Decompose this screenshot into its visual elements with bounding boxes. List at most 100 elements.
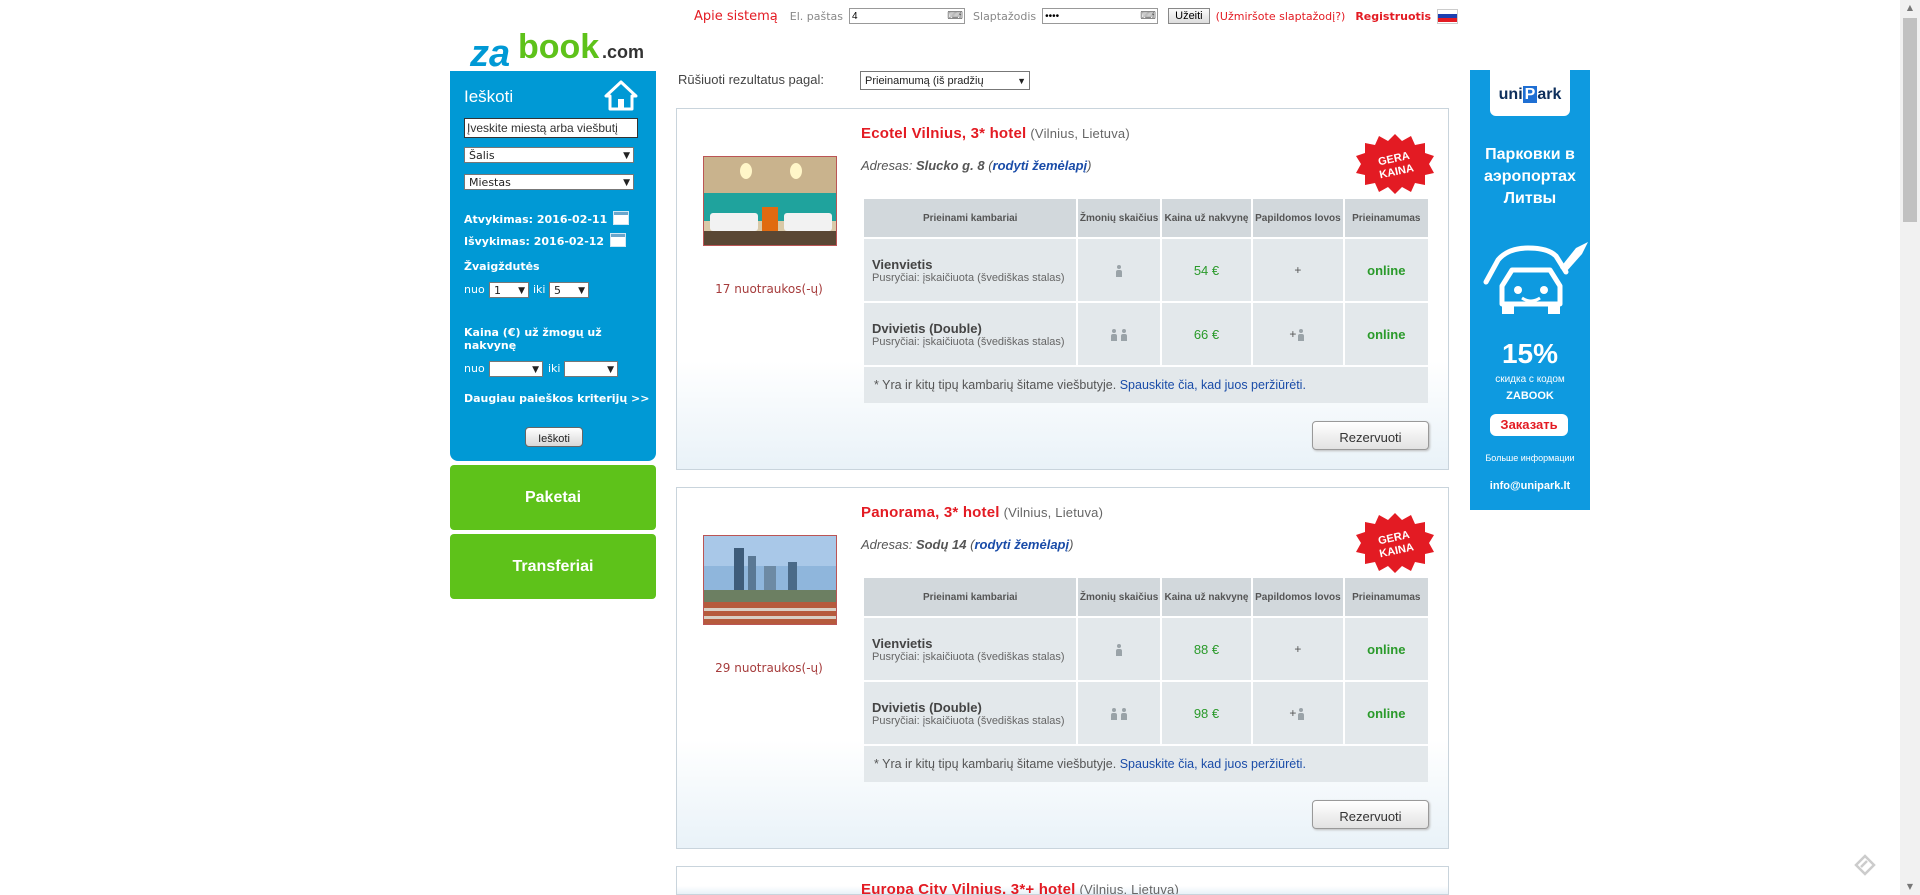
col-people: Žmonių skaičius — [1078, 578, 1160, 616]
stars-to-select[interactable]: 5 ▼ — [549, 282, 589, 298]
city-search-input[interactable] — [464, 118, 638, 138]
register-link[interactable]: Registruotis — [1355, 10, 1431, 23]
scroll-down-icon[interactable]: ▼ — [1900, 879, 1920, 895]
hotel-name-text[interactable]: Europa City Vilnius, 3*+ hotel — [861, 881, 1076, 894]
price-from-select[interactable]: ▼ — [489, 361, 543, 377]
room-cell: Vienvietis Pusryčiai: įskaičiuota (švediš… — [864, 618, 1077, 680]
stars-from-value: 1 — [494, 284, 501, 297]
col-rooms: Prieinami kambariai — [864, 578, 1077, 616]
keyboard-icon[interactable]: ⌨ — [947, 9, 963, 23]
person-icon — [1116, 643, 1123, 656]
unipark-ad-banner[interactable]: uni Park Парковки в аэропортах Литвы 15% … — [1470, 70, 1590, 510]
extra-bed-value: + — [1289, 706, 1297, 720]
show-map-link[interactable]: rodyti žemėlapį — [993, 158, 1088, 173]
price-to-select[interactable]: ▼ — [564, 361, 618, 377]
car-plane-icon — [1483, 242, 1588, 314]
note-text: * Yra ir kitų tipų kambarių šitame viešb… — [874, 757, 1117, 771]
hotel-name[interactable]: Panorama, 3* hotel (Vilnius, Lietuva) — [861, 504, 1103, 521]
chevron-down-icon: ▼ — [623, 151, 630, 161]
chevron-down-icon: ▼ — [518, 286, 525, 296]
home-icon[interactable] — [604, 79, 638, 111]
photos-link[interactable]: 29 nuotraukos(-ų) — [703, 661, 835, 675]
keyboard-icon[interactable]: ⌨ — [1140, 9, 1156, 23]
checkin-row[interactable]: Atvykimas: 2016-02-11 — [464, 211, 630, 226]
stars-to-label: iki — [533, 283, 546, 296]
other-rooms-note: * Yra ir kitų tipų kambarių šitame viešb… — [864, 367, 1428, 403]
rooms-table: Prieinami kambariai Žmonių skaičius Kain… — [862, 576, 1430, 784]
price-cell: 98 € — [1161, 682, 1252, 744]
logo-ark: ark — [1537, 86, 1562, 103]
price-cell: 54 € — [1161, 239, 1252, 301]
packages-button[interactable]: Paketai — [450, 465, 656, 530]
hotel-room-image — [704, 157, 836, 245]
address-label: Adresas: — [861, 537, 913, 552]
order-button[interactable]: Заказать — [1490, 414, 1568, 436]
password-label: Slaptažodis — [973, 9, 1037, 23]
search-button[interactable]: Ieškoti — [525, 427, 583, 447]
hotel-address: Adresas: Sodų 14 (rodyti žemėlapį) — [861, 537, 1074, 552]
login-button[interactable]: Užeiti — [1168, 8, 1210, 24]
hotel-address: Adresas: Slucko g. 8 (rodyti žemėlapį) — [861, 158, 1092, 173]
table-row: Dvivietis (Double) Pusryčiai: įskaičiuota… — [864, 682, 1428, 744]
feedback-icon[interactable] — [1852, 852, 1878, 878]
hotel-name[interactable]: Europa City Vilnius, 3*+ hotel (Vilnius, … — [861, 881, 1179, 895]
col-availability: Prieinamumas — [1344, 199, 1428, 237]
hotel-card: 17 nuotraukos(-ų) Ecotel Vilnius, 3* hot… — [676, 108, 1449, 470]
hotel-location: (Vilnius, Lietuva) — [1003, 505, 1104, 520]
room-name: Vienvietis — [872, 635, 933, 651]
person-icon — [1121, 328, 1128, 341]
zabook-logo[interactable]: za book .com — [468, 22, 648, 72]
extra-bed-cell: + — [1253, 682, 1343, 744]
good-price-badge: GERA KAINA — [1356, 513, 1434, 573]
room-cell: Dvivietis (Double) Pusryčiai: įskaičiuota… — [864, 682, 1077, 744]
address-value: Slucko g. 8 — [915, 158, 985, 173]
ru-flag-icon[interactable] — [1437, 8, 1459, 24]
page-scrollbar[interactable]: ▲ ▼ — [1900, 0, 1920, 895]
price-label: Kaina (€) už žmogų už nakvynę — [464, 326, 602, 352]
col-extra-beds: Papildomos lovos — [1253, 578, 1343, 616]
extra-bed-value: + — [1289, 327, 1297, 341]
room-name: Vienvietis — [872, 256, 933, 272]
scroll-up-icon[interactable]: ▲ — [1900, 0, 1920, 16]
ad-info: Больше информации — [1485, 453, 1575, 463]
other-rooms-link[interactable]: Spauskite čia, kad juos peržiūrėti. — [1120, 757, 1306, 771]
hotel-photo[interactable] — [703, 535, 837, 625]
book-button[interactable]: Rezervuoti — [1312, 421, 1429, 450]
sort-select[interactable]: Prieinamumą (iš pradžių ▼ — [860, 71, 1030, 90]
scrollbar-thumb[interactable] — [1903, 18, 1917, 222]
room-meal: Pusryčiai: įskaičiuota (švediškas stalas… — [872, 650, 1065, 663]
address-value: Sodų 14 — [915, 537, 967, 552]
chevron-down-icon: ▼ — [532, 365, 539, 375]
other-rooms-link[interactable]: Spauskite čia, kad juos peržiūrėti. — [1120, 378, 1306, 392]
people-cell — [1078, 239, 1160, 301]
country-select[interactable]: Šalis ▼ — [464, 147, 634, 163]
hotel-photo[interactable] — [703, 156, 837, 246]
checkout-row[interactable]: Išvykimas: 2016-02-12 — [464, 233, 627, 248]
person-icon — [1298, 707, 1305, 720]
people-cell — [1078, 618, 1160, 680]
calendar-icon[interactable] — [610, 233, 627, 247]
extra-bed-cell: + — [1253, 618, 1343, 680]
transfers-button[interactable]: Transferiai — [450, 534, 656, 599]
show-map-link[interactable]: rodyti žemėlapį — [974, 537, 1069, 552]
photos-link[interactable]: 17 nuotraukos(-ų) — [703, 282, 835, 296]
hotel-name-text[interactable]: Panorama, 3* hotel — [861, 504, 1000, 521]
calendar-icon[interactable] — [613, 211, 630, 225]
more-criteria-link[interactable]: Daugiau paieškos kriterijų >> — [464, 392, 649, 405]
rooms-table: Prieinami kambariai Žmonių skaičius Kain… — [862, 197, 1430, 405]
about-link[interactable]: Apie sistemą — [694, 9, 778, 24]
stars-from-select[interactable]: 1 ▼ — [489, 282, 529, 298]
city-select[interactable]: Miestas ▼ — [464, 174, 634, 190]
room-name: Dvivietis (Double) — [872, 699, 982, 715]
hotel-name-text[interactable]: Ecotel Vilnius, 3* hotel — [861, 125, 1026, 142]
address-label: Adresas: — [861, 158, 913, 173]
room-meal: Pusryčiai: įskaičiuota (švediškas stalas… — [872, 271, 1065, 284]
hotel-name[interactable]: Ecotel Vilnius, 3* hotel (Vilnius, Lietuv… — [861, 125, 1130, 142]
stars-from-label: nuo — [464, 283, 485, 296]
logo-book: book — [518, 28, 599, 66]
forgot-password-link[interactable]: (Užmiršote slaptažodį?) — [1216, 10, 1346, 23]
hotel-location: (Vilnius, Lietuva) — [1079, 882, 1179, 895]
book-button[interactable]: Rezervuoti — [1312, 800, 1429, 829]
sort-bar: Rūšiuoti rezultatus pagal: Prieinamumą (… — [678, 71, 1030, 90]
ad-email[interactable]: info@unipark.lt — [1470, 480, 1590, 492]
